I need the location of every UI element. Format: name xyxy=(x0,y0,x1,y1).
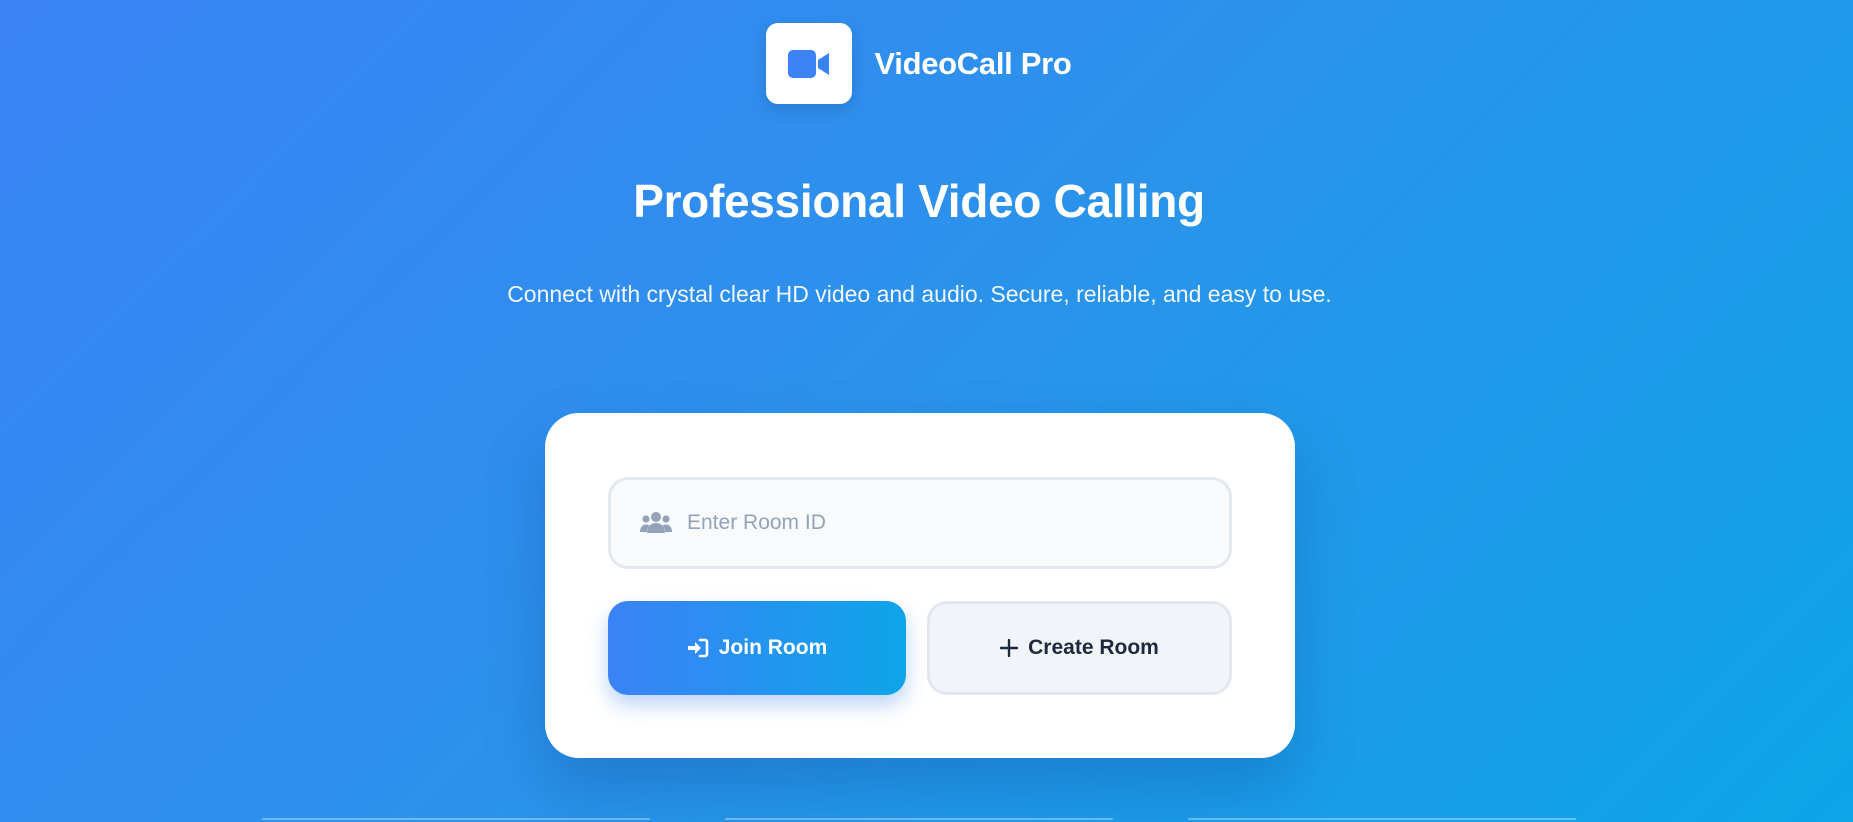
divider-line xyxy=(1188,818,1576,820)
brand-header: VideoCall Pro xyxy=(0,23,1838,104)
video-camera-icon xyxy=(788,49,830,78)
plus-icon xyxy=(1000,639,1019,657)
create-room-button[interactable]: Create Room xyxy=(927,601,1232,695)
divider-line xyxy=(262,818,650,820)
app-logo xyxy=(766,23,853,104)
brand-name: VideoCall Pro xyxy=(874,45,1072,81)
sign-in-icon xyxy=(687,638,709,658)
users-icon xyxy=(640,510,672,536)
room-id-field[interactable] xyxy=(608,477,1232,569)
room-card: Join Room Create Room xyxy=(545,413,1295,758)
bottom-divider-strip xyxy=(0,818,1853,822)
join-room-button[interactable]: Join Room xyxy=(608,601,906,695)
join-room-label: Join Room xyxy=(718,636,828,659)
create-room-label: Create Room xyxy=(1028,636,1159,659)
page-subtitle: Connect with crystal clear HD video and … xyxy=(507,281,1332,307)
page-title: Professional Video Calling xyxy=(633,175,1205,227)
divider-line xyxy=(725,818,1113,820)
room-id-input[interactable] xyxy=(685,510,1209,536)
